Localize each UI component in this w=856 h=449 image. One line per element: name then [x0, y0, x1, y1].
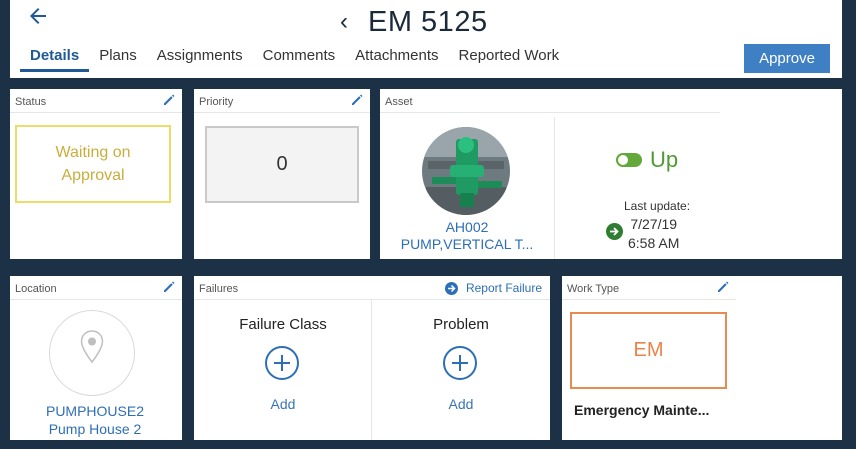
location-code: PUMPHOUSE2 — [45, 403, 145, 419]
tab-comments[interactable]: Comments — [253, 44, 346, 72]
priority-label: Priority — [199, 96, 234, 108]
pencil-icon[interactable] — [162, 93, 176, 107]
priority-card-header: Priority — [194, 89, 370, 113]
last-update-label: Last update: — [624, 199, 691, 213]
asset-card-header: Asset — [380, 89, 720, 113]
location-identifier[interactable]: PUMPHOUSE2 Pump House 2 — [10, 402, 180, 438]
chevron-left-icon[interactable]: ‹ — [340, 10, 348, 34]
failures-card-header: Failures Report Failure — [194, 276, 550, 300]
pencil-icon[interactable] — [162, 280, 176, 294]
asset-identifier[interactable]: AH002 PUMP,VERTICAL T... — [380, 219, 554, 253]
pencil-icon[interactable] — [716, 280, 730, 294]
status-value-line1: Waiting on — [55, 144, 131, 161]
failures-card: Failures Report Failure Failure Class Ad… — [194, 276, 550, 440]
add-failure-class-button[interactable] — [265, 346, 299, 380]
pencil-icon[interactable] — [350, 93, 364, 107]
page-title: EM 5125 — [368, 5, 488, 38]
map-pin-icon — [80, 330, 104, 364]
priority-value: 0 — [276, 153, 288, 175]
status-card-header: Status — [10, 89, 182, 113]
asset-divider — [554, 117, 555, 259]
asset-state-label: Up — [650, 147, 679, 172]
tab-reported-work[interactable]: Reported Work — [449, 44, 570, 72]
arrow-right-circle-icon — [444, 281, 458, 295]
tab-details[interactable]: Details — [20, 44, 90, 72]
tab-assignments[interactable]: Assignments — [147, 44, 253, 72]
add-problem-label[interactable]: Add — [372, 396, 550, 412]
status-label: Status — [15, 96, 47, 108]
asset-up-toggle[interactable] — [616, 153, 642, 167]
asset-card: Asset AH002 PUMP,VERTICAL T... Up Last u… — [380, 89, 842, 259]
header-bar: ‹ EM 5125 Details Plans Assignments Comm… — [10, 0, 842, 78]
report-failure-link[interactable]: Report Failure — [444, 281, 542, 295]
tab-attachments[interactable]: Attachments — [345, 44, 448, 72]
status-card: Status Waiting on Approval — [10, 89, 182, 259]
failures-label: Failures — [199, 283, 239, 295]
work-type-label: Work Type — [567, 283, 620, 295]
asset-state: Up — [616, 147, 678, 173]
arrow-right-icon[interactable] — [606, 223, 623, 240]
tab-bar: Details Plans Assignments Comments Attac… — [20, 44, 569, 72]
asset-id: AH002 — [445, 219, 489, 235]
title-area: ‹ EM 5125 — [340, 4, 488, 40]
last-update-datetime: 7/27/19 6:58 AM — [628, 215, 679, 253]
location-label: Location — [15, 283, 57, 295]
tab-plans[interactable]: Plans — [89, 44, 147, 72]
problem-column: Problem Add — [372, 300, 550, 440]
status-value-box[interactable]: Waiting on Approval — [15, 125, 171, 203]
approve-button[interactable]: Approve — [744, 44, 830, 73]
work-type-card: Work Type EM Emergency Mainte... — [562, 276, 842, 440]
location-name: Pump House 2 — [48, 421, 142, 437]
asset-label: Asset — [385, 96, 413, 108]
failure-class-column: Failure Class Add — [194, 300, 372, 440]
location-card: Location PUMPHOUSE2 Pump House 2 — [10, 276, 182, 440]
status-value-line2: Approval — [61, 167, 125, 184]
work-type-code: EM — [633, 339, 664, 361]
work-type-card-header: Work Type — [562, 276, 736, 300]
priority-card: Priority 0 — [194, 89, 370, 259]
failure-class-title: Failure Class — [239, 316, 327, 333]
back-arrow-icon[interactable] — [26, 4, 50, 28]
problem-title: Problem — [433, 316, 489, 333]
asset-image[interactable] — [422, 127, 510, 215]
add-failure-class-label[interactable]: Add — [194, 396, 372, 412]
last-update-date: 7/27/19 — [630, 216, 678, 232]
work-type-value-box[interactable]: EM — [570, 312, 727, 389]
location-card-header: Location — [10, 276, 182, 300]
asset-description: PUMP,VERTICAL T... — [400, 236, 534, 252]
report-failure-label: Report Failure — [465, 281, 542, 295]
last-update-time: 6:58 AM — [628, 235, 680, 251]
priority-value-box[interactable]: 0 — [205, 126, 359, 203]
add-problem-button[interactable] — [443, 346, 477, 380]
work-type-description: Emergency Mainte... — [574, 402, 710, 418]
